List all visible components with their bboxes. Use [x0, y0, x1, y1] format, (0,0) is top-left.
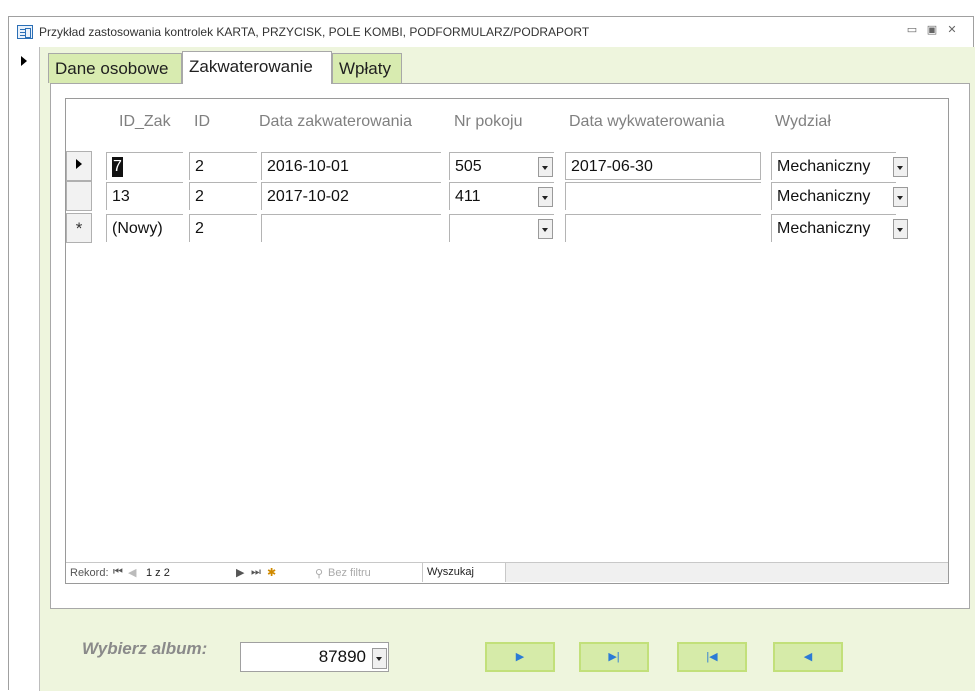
first-record-icon[interactable]: ⏮	[113, 566, 123, 579]
cell-data-zakwaterowania[interactable]	[261, 214, 441, 242]
column-header-id-zak: ID_Zak	[119, 113, 171, 130]
album-label: Wybierz album:	[82, 639, 208, 658]
skip-first-icon: |◀	[706, 651, 718, 663]
column-header-data-wykwaterowania: Data wykwaterowania	[569, 113, 725, 130]
tab-page-zakwaterowanie: ID_Zak ID Data zakwaterowania Nr pokoju …	[50, 83, 970, 609]
current-record-arrow-icon	[21, 56, 27, 66]
new-record-icon[interactable]: ✱	[267, 566, 276, 579]
album-combobox[interactable]: 87890	[240, 642, 389, 672]
skip-last-icon: ▶|	[608, 651, 620, 663]
column-header-id: ID	[194, 113, 210, 130]
form-icon	[17, 25, 33, 39]
nr-pokoju-dropdown-icon[interactable]	[538, 157, 553, 177]
column-header-wydzial: Wydział	[775, 113, 831, 130]
record-label: Rekord:	[70, 567, 109, 579]
cell-wydzial[interactable]: Mechaniczny	[771, 182, 896, 210]
nr-pokoju-dropdown-icon[interactable]	[538, 187, 553, 207]
cell-id-zak-value: 7	[112, 157, 123, 177]
record-navigation-bar: Rekord: ⏮ ◀ 1 z 2 ▶ ⏭ ✱ ⚲ Bez filtru Wys…	[66, 562, 948, 583]
form-body: Dane osobowe Zakwaterowanie Wpłaty ID_Za…	[40, 47, 975, 691]
cell-id-zak-new[interactable]: (Nowy)	[106, 214, 183, 242]
next-record-icon[interactable]: ▶	[236, 566, 244, 579]
wydzial-dropdown-icon[interactable]	[893, 219, 908, 239]
row-selector[interactable]	[66, 181, 92, 211]
previous-record-icon[interactable]: ◀	[128, 566, 136, 579]
cell-data-zakwaterowania[interactable]: 2017-10-02	[261, 182, 441, 210]
filter-icon[interactable]: ⚲	[315, 567, 323, 580]
tab-wplaty[interactable]: Wpłaty	[332, 53, 402, 83]
title-bar: Przykład zastosowania kontrolek KARTA, P…	[9, 17, 973, 48]
play-icon: ▶	[515, 651, 525, 663]
subform-zakwaterowanie: ID_Zak ID Data zakwaterowania Nr pokoju …	[65, 98, 949, 584]
tab-dane-osobowe[interactable]: Dane osobowe	[48, 53, 182, 83]
wydzial-dropdown-icon[interactable]	[893, 157, 908, 177]
close-icon[interactable]: ✕	[945, 23, 959, 36]
cell-data-wykwaterowania[interactable]	[565, 182, 761, 210]
back-icon: ◀	[803, 651, 813, 663]
search-input[interactable]: Wyszukaj	[422, 563, 506, 582]
previous-record-button[interactable]: ◀	[773, 642, 843, 672]
cell-wydzial[interactable]: Mechaniczny	[771, 152, 896, 180]
cell-id[interactable]: 2	[189, 214, 257, 242]
filter-status[interactable]: Bez filtru	[328, 567, 371, 579]
cell-id[interactable]: 2	[189, 182, 257, 210]
last-record-icon[interactable]: ⏭	[251, 566, 261, 579]
first-record-button[interactable]: |◀	[677, 642, 747, 672]
tab-zakwaterowanie[interactable]: Zakwaterowanie	[182, 51, 332, 84]
album-dropdown-icon[interactable]	[372, 648, 387, 669]
column-header-nr-pokoju: Nr pokoju	[454, 113, 523, 130]
cell-id[interactable]: 2	[189, 152, 257, 180]
cell-data-wykwaterowania[interactable]: 2017-06-30	[565, 152, 761, 180]
cell-data-wykwaterowania[interactable]	[565, 214, 761, 242]
next-record-button[interactable]: ▶	[485, 642, 555, 672]
restore-icon[interactable]: ▣	[925, 23, 939, 36]
horizontal-scrollbar[interactable]	[506, 563, 948, 582]
column-header-data-zakwaterowania: Data zakwaterowania	[259, 113, 412, 130]
cell-id-zak[interactable]: 13	[106, 182, 183, 210]
cell-wydzial[interactable]: Mechaniczny	[771, 214, 896, 242]
record-selector[interactable]	[9, 47, 40, 691]
cell-data-zakwaterowania[interactable]: 2016-10-01	[261, 152, 441, 180]
row-selector-current[interactable]	[66, 151, 92, 181]
nr-pokoju-dropdown-icon[interactable]	[538, 219, 553, 239]
last-record-button[interactable]: ▶|	[579, 642, 649, 672]
window-title: Przykład zastosowania kontrolek KARTA, P…	[39, 25, 590, 39]
new-record-selector[interactable]: *	[66, 213, 92, 243]
minimize-icon[interactable]: ▭	[905, 23, 919, 36]
wydzial-dropdown-icon[interactable]	[893, 187, 908, 207]
form-window: Przykład zastosowania kontrolek KARTA, P…	[8, 16, 975, 691]
record-position[interactable]: 1 z 2	[146, 567, 170, 579]
cell-id-zak[interactable]: 7	[106, 152, 183, 180]
